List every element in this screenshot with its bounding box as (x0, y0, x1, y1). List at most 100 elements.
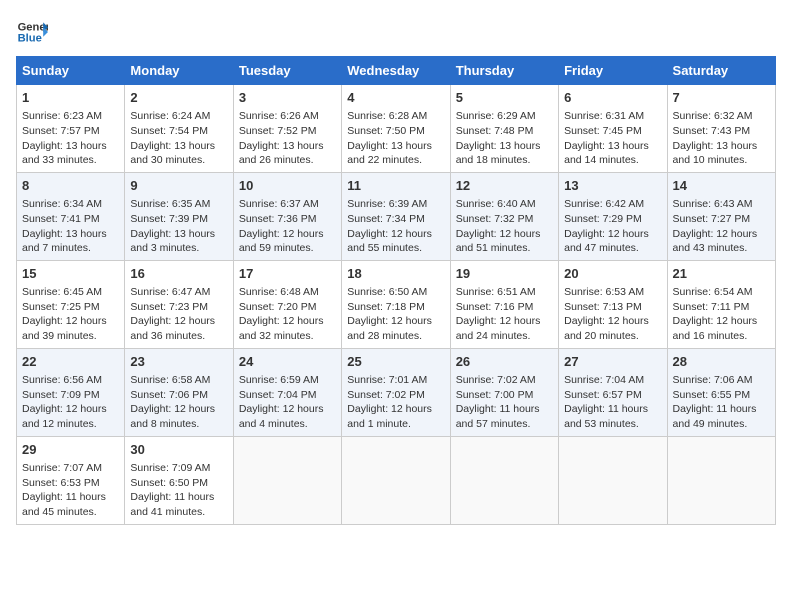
calendar-cell: 28 Sunrise: 7:06 AM Sunset: 6:55 PM Dayli… (667, 348, 775, 436)
calendar-cell: 20Sunrise: 6:53 AM Sunset: 7:13 PM Dayli… (559, 260, 667, 348)
calendar-cell: 23 Sunrise: 6:58 AM Sunset: 7:06 PM Dayli… (125, 348, 233, 436)
header-saturday: Saturday (667, 57, 775, 85)
day-info: Sunrise: 6:48 AM Sunset: 7:20 PM Dayligh… (239, 285, 336, 344)
logo: General Blue (16, 16, 52, 48)
calendar-week-row: 29Sunrise: 7:07 AM Sunset: 6:53 PM Dayli… (17, 436, 776, 524)
day-number: 30 (130, 441, 227, 459)
day-info: Sunrise: 6:28 AM Sunset: 7:50 PM Dayligh… (347, 109, 444, 168)
day-number: 28 (673, 353, 770, 371)
calendar-week-row: 8 Sunrise: 6:34 AM Sunset: 7:41 PM Daylig… (17, 172, 776, 260)
day-number: 5 (456, 89, 553, 107)
logo-icon: General Blue (16, 16, 48, 48)
day-info: Sunrise: 6:26 AM Sunset: 7:52 PM Dayligh… (239, 109, 336, 168)
day-number: 17 (239, 265, 336, 283)
calendar-cell: 26Sunrise: 7:02 AM Sunset: 7:00 PM Dayli… (450, 348, 558, 436)
day-info: Sunrise: 6:35 AM Sunset: 7:39 PM Dayligh… (130, 197, 227, 256)
page-header: General Blue (16, 16, 776, 48)
calendar-cell: 19Sunrise: 6:51 AM Sunset: 7:16 PM Dayli… (450, 260, 558, 348)
day-number: 20 (564, 265, 661, 283)
day-info: Sunrise: 6:42 AM Sunset: 7:29 PM Dayligh… (564, 197, 661, 256)
calendar-cell: 7 Sunrise: 6:32 AM Sunset: 7:43 PM Daylig… (667, 85, 775, 173)
day-number: 13 (564, 177, 661, 195)
calendar-week-row: 15Sunrise: 6:45 AM Sunset: 7:25 PM Dayli… (17, 260, 776, 348)
calendar-cell (342, 436, 450, 524)
calendar-cell: 25Sunrise: 7:01 AM Sunset: 7:02 PM Dayli… (342, 348, 450, 436)
day-info: Sunrise: 6:40 AM Sunset: 7:32 PM Dayligh… (456, 197, 553, 256)
day-info: Sunrise: 7:04 AM Sunset: 6:57 PM Dayligh… (564, 373, 661, 432)
calendar-cell: 3 Sunrise: 6:26 AM Sunset: 7:52 PM Daylig… (233, 85, 341, 173)
day-number: 8 (22, 177, 119, 195)
day-info: Sunrise: 6:39 AM Sunset: 7:34 PM Dayligh… (347, 197, 444, 256)
day-number: 4 (347, 89, 444, 107)
day-info: Sunrise: 7:06 AM Sunset: 6:55 PM Dayligh… (673, 373, 770, 432)
day-info: Sunrise: 6:54 AM Sunset: 7:11 PM Dayligh… (673, 285, 770, 344)
day-info: Sunrise: 6:29 AM Sunset: 7:48 PM Dayligh… (456, 109, 553, 168)
day-info: Sunrise: 6:56 AM Sunset: 7:09 PM Dayligh… (22, 373, 119, 432)
day-info: Sunrise: 6:59 AM Sunset: 7:04 PM Dayligh… (239, 373, 336, 432)
calendar-header-row: SundayMondayTuesdayWednesdayThursdayFrid… (17, 57, 776, 85)
day-info: Sunrise: 7:01 AM Sunset: 7:02 PM Dayligh… (347, 373, 444, 432)
day-info: Sunrise: 6:37 AM Sunset: 7:36 PM Dayligh… (239, 197, 336, 256)
calendar-cell: 24 Sunrise: 6:59 AM Sunset: 7:04 PM Dayli… (233, 348, 341, 436)
calendar-cell: 5 Sunrise: 6:29 AM Sunset: 7:48 PM Daylig… (450, 85, 558, 173)
day-info: Sunrise: 7:07 AM Sunset: 6:53 PM Dayligh… (22, 461, 119, 520)
day-number: 3 (239, 89, 336, 107)
header-wednesday: Wednesday (342, 57, 450, 85)
calendar-cell (667, 436, 775, 524)
day-info: Sunrise: 7:02 AM Sunset: 7:00 PM Dayligh… (456, 373, 553, 432)
day-number: 23 (130, 353, 227, 371)
calendar-cell (559, 436, 667, 524)
calendar-cell: 22 Sunrise: 6:56 AM Sunset: 7:09 PM Dayli… (17, 348, 125, 436)
calendar-cell: 8 Sunrise: 6:34 AM Sunset: 7:41 PM Daylig… (17, 172, 125, 260)
calendar-cell: 1 Sunrise: 6:23 AM Sunset: 7:57 PM Daylig… (17, 85, 125, 173)
calendar-cell: 4 Sunrise: 6:28 AM Sunset: 7:50 PM Daylig… (342, 85, 450, 173)
calendar-body: 1 Sunrise: 6:23 AM Sunset: 7:57 PM Daylig… (17, 85, 776, 525)
day-number: 16 (130, 265, 227, 283)
day-number: 22 (22, 353, 119, 371)
day-info: Sunrise: 6:47 AM Sunset: 7:23 PM Dayligh… (130, 285, 227, 344)
day-info: Sunrise: 6:43 AM Sunset: 7:27 PM Dayligh… (673, 197, 770, 256)
calendar-cell: 9Sunrise: 6:35 AM Sunset: 7:39 PM Daylig… (125, 172, 233, 260)
day-info: Sunrise: 6:32 AM Sunset: 7:43 PM Dayligh… (673, 109, 770, 168)
calendar-week-row: 1 Sunrise: 6:23 AM Sunset: 7:57 PM Daylig… (17, 85, 776, 173)
calendar-cell (450, 436, 558, 524)
day-number: 18 (347, 265, 444, 283)
header-monday: Monday (125, 57, 233, 85)
day-number: 1 (22, 89, 119, 107)
day-number: 19 (456, 265, 553, 283)
day-number: 21 (673, 265, 770, 283)
day-info: Sunrise: 6:50 AM Sunset: 7:18 PM Dayligh… (347, 285, 444, 344)
day-number: 12 (456, 177, 553, 195)
calendar-cell: 12 Sunrise: 6:40 AM Sunset: 7:32 PM Dayli… (450, 172, 558, 260)
day-number: 2 (130, 89, 227, 107)
day-number: 24 (239, 353, 336, 371)
calendar-cell: 21 Sunrise: 6:54 AM Sunset: 7:11 PM Dayli… (667, 260, 775, 348)
calendar-cell: 14 Sunrise: 6:43 AM Sunset: 7:27 PM Dayli… (667, 172, 775, 260)
day-number: 7 (673, 89, 770, 107)
calendar-cell: 27 Sunrise: 7:04 AM Sunset: 6:57 PM Dayli… (559, 348, 667, 436)
day-info: Sunrise: 7:09 AM Sunset: 6:50 PM Dayligh… (130, 461, 227, 520)
calendar-cell: 16 Sunrise: 6:47 AM Sunset: 7:23 PM Dayli… (125, 260, 233, 348)
calendar-cell: 15Sunrise: 6:45 AM Sunset: 7:25 PM Dayli… (17, 260, 125, 348)
day-info: Sunrise: 6:58 AM Sunset: 7:06 PM Dayligh… (130, 373, 227, 432)
calendar-table: SundayMondayTuesdayWednesdayThursdayFrid… (16, 56, 776, 525)
calendar-cell: 29Sunrise: 7:07 AM Sunset: 6:53 PM Dayli… (17, 436, 125, 524)
calendar-cell: 2 Sunrise: 6:24 AM Sunset: 7:54 PM Daylig… (125, 85, 233, 173)
day-number: 10 (239, 177, 336, 195)
header-thursday: Thursday (450, 57, 558, 85)
day-info: Sunrise: 6:24 AM Sunset: 7:54 PM Dayligh… (130, 109, 227, 168)
calendar-cell: 30 Sunrise: 7:09 AM Sunset: 6:50 PM Dayli… (125, 436, 233, 524)
day-info: Sunrise: 6:34 AM Sunset: 7:41 PM Dayligh… (22, 197, 119, 256)
calendar-cell: 17 Sunrise: 6:48 AM Sunset: 7:20 PM Dayli… (233, 260, 341, 348)
calendar-cell (233, 436, 341, 524)
calendar-cell: 11Sunrise: 6:39 AM Sunset: 7:34 PM Dayli… (342, 172, 450, 260)
calendar-cell: 18 Sunrise: 6:50 AM Sunset: 7:18 PM Dayli… (342, 260, 450, 348)
day-number: 14 (673, 177, 770, 195)
day-info: Sunrise: 6:23 AM Sunset: 7:57 PM Dayligh… (22, 109, 119, 168)
calendar-week-row: 22 Sunrise: 6:56 AM Sunset: 7:09 PM Dayli… (17, 348, 776, 436)
header-friday: Friday (559, 57, 667, 85)
day-info: Sunrise: 6:31 AM Sunset: 7:45 PM Dayligh… (564, 109, 661, 168)
calendar-cell: 6Sunrise: 6:31 AM Sunset: 7:45 PM Daylig… (559, 85, 667, 173)
day-number: 27 (564, 353, 661, 371)
day-number: 15 (22, 265, 119, 283)
